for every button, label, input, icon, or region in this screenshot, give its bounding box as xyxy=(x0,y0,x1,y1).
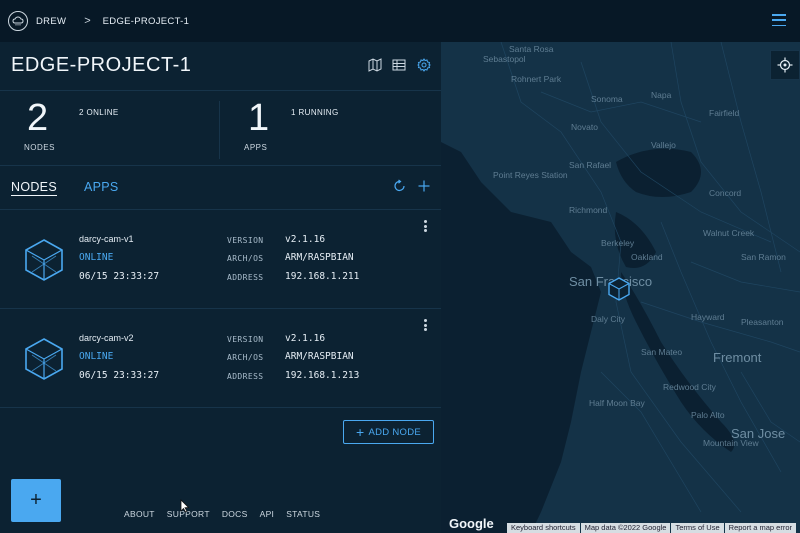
footer-link-api[interactable]: API xyxy=(260,509,275,519)
nodes-online-text: 2 ONLINE xyxy=(79,108,119,117)
tab-bar: NODES APPS xyxy=(0,166,441,210)
map-label: Santa Rosa xyxy=(509,44,554,54)
map-view-icon[interactable] xyxy=(368,58,382,72)
map-label: Mountain View xyxy=(703,438,759,448)
settings-gear-icon[interactable] xyxy=(417,58,431,72)
refresh-icon[interactable] xyxy=(393,179,407,193)
map-data-text: Map data ©2022 Google xyxy=(580,523,671,533)
footer-links: ABOUT SUPPORT DOCS API STATUS xyxy=(124,509,332,519)
map-label: Concord xyxy=(709,188,742,198)
map-label: San Ramon xyxy=(741,252,786,262)
mouse-cursor-icon xyxy=(180,499,190,513)
google-logo: Google xyxy=(449,516,494,531)
address-label: ADDRESS xyxy=(227,372,264,381)
stats-summary: 2 NODES 2 ONLINE 1 APPS 1 RUNNING xyxy=(0,90,441,166)
version-label: VERSION xyxy=(227,335,264,344)
node-timestamp: 06/15 23:33:27 xyxy=(79,271,160,282)
version-label: VERSION xyxy=(227,236,264,245)
plus-icon: + xyxy=(355,424,365,440)
address-value: 192.168.1.211 xyxy=(285,271,360,282)
tab-apps[interactable]: APPS xyxy=(84,180,119,194)
terms-link[interactable]: Terms of Use xyxy=(671,523,724,533)
nodes-count: 2 xyxy=(27,97,49,139)
add-node-label: ADD NODE xyxy=(368,426,422,438)
footer-link-status[interactable]: STATUS xyxy=(286,509,320,519)
top-bar: DREW > EDGE-PROJECT-1 xyxy=(0,0,800,42)
node-name[interactable]: darcy-cam-v1 xyxy=(79,234,134,244)
map-label: Vallejo xyxy=(651,140,676,150)
status-badge: ONLINE xyxy=(79,252,114,263)
map-label: Daly City xyxy=(591,314,626,324)
map-label: Sebastopol xyxy=(483,54,526,64)
breadcrumb-user[interactable]: DREW xyxy=(36,16,66,27)
stats-divider xyxy=(219,101,220,159)
map-label: San Mateo xyxy=(641,347,683,357)
nodes-count-label: NODES xyxy=(24,143,55,152)
map-view[interactable]: Santa Rosa Sebastopol Rohnert Park Sonom… xyxy=(441,42,800,533)
map-label: Pleasanton xyxy=(741,317,784,327)
list-item[interactable]: darcy-cam-v2 ONLINE 06/15 23:33:27 VERSI… xyxy=(0,309,441,408)
project-header: EDGE-PROJECT-1 xyxy=(0,42,441,90)
apps-count-label: APPS xyxy=(244,143,268,152)
apps-count: 1 xyxy=(248,97,270,139)
keyboard-shortcuts-link[interactable]: Keyboard shortcuts xyxy=(507,523,580,533)
hamburger-menu-icon[interactable] xyxy=(772,14,786,26)
map-label: Point Reyes Station xyxy=(493,170,568,180)
map-label: Half Moon Bay xyxy=(589,398,645,408)
map-label: Rohnert Park xyxy=(511,74,562,84)
map-label: Fairfield xyxy=(709,108,740,118)
locate-button[interactable] xyxy=(770,50,800,80)
node-marker-icon[interactable] xyxy=(608,277,630,301)
page-title: EDGE-PROJECT-1 xyxy=(11,54,192,76)
table-view-icon[interactable] xyxy=(392,58,406,72)
address-value: 192.168.1.213 xyxy=(285,370,360,381)
map-label: Sonoma xyxy=(591,94,623,104)
version-value: v2.1.16 xyxy=(285,234,326,245)
map-label: Richmond xyxy=(569,205,608,215)
map-label: Oakland xyxy=(631,252,663,262)
list-item[interactable]: darcy-cam-v1 ONLINE 06/15 23:33:27 VERSI… xyxy=(0,210,441,309)
report-error-link[interactable]: Report a map error xyxy=(724,523,797,533)
map-label: Redwood City xyxy=(663,382,716,392)
arch-value: ARM/RASPBIAN xyxy=(285,252,354,263)
map-label: Novato xyxy=(571,122,598,132)
apps-running-text: 1 RUNNING xyxy=(291,108,339,117)
breadcrumb-project[interactable]: EDGE-PROJECT-1 xyxy=(103,16,190,27)
add-node-button[interactable]: + ADD NODE xyxy=(343,420,434,444)
project-panel: EDGE-PROJECT-1 2 NODES 2 ONLINE 1 APPS 1… xyxy=(0,42,441,533)
map-label: Palo Alto xyxy=(691,410,725,420)
arch-label: ARCH/OS xyxy=(227,254,264,263)
arch-value: ARM/RASPBIAN xyxy=(285,351,354,362)
node-cube-icon xyxy=(25,338,63,380)
floating-add-button[interactable]: + xyxy=(11,479,61,522)
map-attribution: Keyboard shortcuts Map data ©2022 Google… xyxy=(507,523,797,533)
footer-link-about[interactable]: ABOUT xyxy=(124,509,155,519)
cloud-logo-icon[interactable] xyxy=(8,11,28,31)
map-label: Walnut Creek xyxy=(703,228,755,238)
node-name[interactable]: darcy-cam-v2 xyxy=(79,333,134,343)
breadcrumb-separator: > xyxy=(84,15,91,27)
map-label: Fremont xyxy=(713,350,762,365)
crosshair-icon xyxy=(777,57,793,73)
node-timestamp: 06/15 23:33:27 xyxy=(79,370,160,381)
status-badge: ONLINE xyxy=(79,351,114,362)
map-label: Berkeley xyxy=(601,238,635,248)
more-options-icon[interactable] xyxy=(424,220,428,232)
version-value: v2.1.16 xyxy=(285,333,326,344)
more-options-icon[interactable] xyxy=(424,319,428,331)
add-icon[interactable] xyxy=(417,179,431,193)
arch-label: ARCH/OS xyxy=(227,353,264,362)
footer-link-docs[interactable]: DOCS xyxy=(222,509,248,519)
address-label: ADDRESS xyxy=(227,273,264,282)
plus-icon: + xyxy=(30,489,42,511)
node-cube-icon xyxy=(25,239,63,281)
map-label: Hayward xyxy=(691,312,725,322)
map-label: San Rafael xyxy=(569,160,612,170)
map-label: Napa xyxy=(651,90,672,100)
tab-nodes[interactable]: NODES xyxy=(11,180,57,196)
